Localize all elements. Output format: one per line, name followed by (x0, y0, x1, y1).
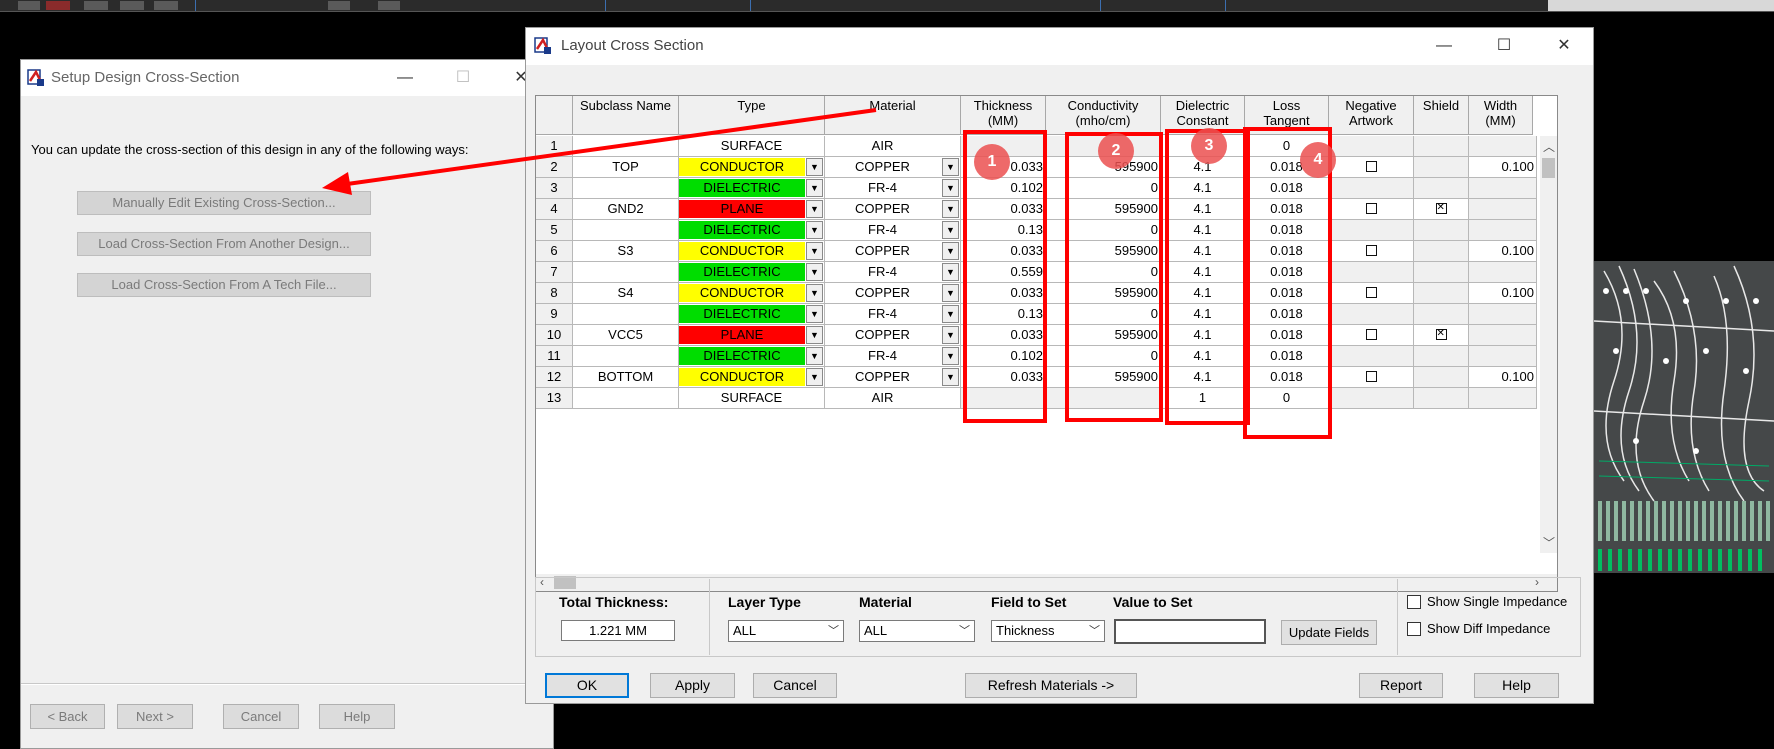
annotation-arrow-icon (322, 108, 877, 195)
